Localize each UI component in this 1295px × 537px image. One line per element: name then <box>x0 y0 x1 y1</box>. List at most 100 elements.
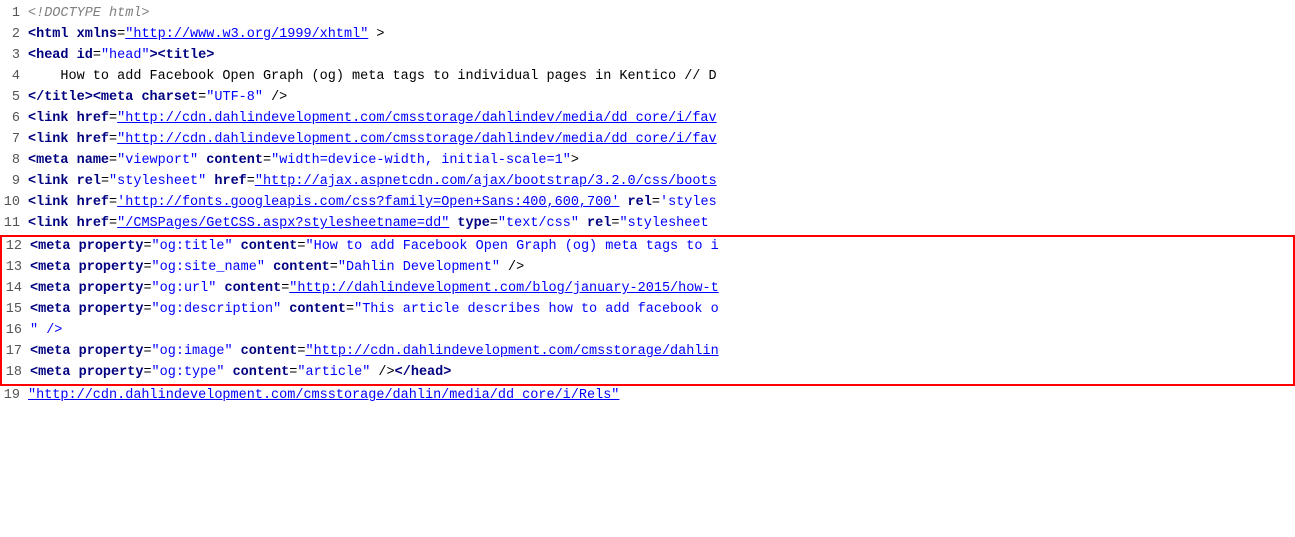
value-token: "http://dahlindevelopment.com/blog/janua… <box>289 281 718 296</box>
line-number: 14 <box>2 279 30 300</box>
code-line: 6<link href="http://cdn.dahlindevelopmen… <box>0 109 1295 130</box>
comment-token: <!DOCTYPE html> <box>28 6 150 21</box>
tag-token: <meta <box>30 260 71 275</box>
line-content: <meta property="og:description" content=… <box>30 300 1293 321</box>
code-line: 3<head id="head"><title> <box>0 46 1295 67</box>
value-plain-token: "width=device-width, initial-scale=1" <box>271 153 571 168</box>
text-token: = <box>109 195 117 210</box>
value-token: "http://cdn.dahlindevelopment.com/cmssto… <box>306 344 719 359</box>
tag-token: <meta <box>30 281 71 296</box>
line-number: 1 <box>0 4 28 25</box>
text-token <box>224 365 232 380</box>
tag-token: <meta <box>30 302 71 317</box>
code-line: 4 How to add Facebook Open Graph (og) me… <box>0 67 1295 88</box>
attr-token: content <box>241 344 298 359</box>
text-token <box>69 111 77 126</box>
tag-token: <link <box>28 132 69 147</box>
text-token: > <box>571 153 579 168</box>
line-number: 11 <box>0 214 28 235</box>
text-token <box>71 302 79 317</box>
attr-token: property <box>79 239 144 254</box>
line-content: <link href="http://cdn.dahlindevelopment… <box>28 130 1295 151</box>
value-plain-token: "UTF-8" <box>206 90 263 105</box>
line-content: <link href="http://cdn.dahlindevelopment… <box>28 109 1295 130</box>
line-number: 5 <box>0 88 28 109</box>
code-line: 19"http://cdn.dahlindevelopment.com/cmss… <box>0 386 1295 407</box>
text-token: = <box>297 344 305 359</box>
attr-token: href <box>214 174 246 189</box>
attr-token: href <box>77 195 109 210</box>
text-token: = <box>143 344 151 359</box>
tag-token: <meta <box>30 365 71 380</box>
text-token: = <box>297 239 305 254</box>
tag-token: <head <box>28 48 69 63</box>
line-content: <meta property="og:url" content="http://… <box>30 279 1293 300</box>
text-token: = <box>263 153 271 168</box>
text-token <box>233 344 241 359</box>
code-line: 2<html xmlns="http://www.w3.org/1999/xht… <box>0 25 1295 46</box>
text-token: = <box>143 365 151 380</box>
value-plain-token: "stylesheet" <box>109 174 206 189</box>
line-content: <link href="/CMSPages/GetCSS.aspx?styles… <box>28 214 1295 235</box>
code-line: 11<link href="/CMSPages/GetCSS.aspx?styl… <box>0 214 1295 235</box>
text-token: > <box>368 27 384 42</box>
line-content: <!DOCTYPE html> <box>28 4 1295 25</box>
tag-token: <link <box>28 174 69 189</box>
code-line: 15<meta property="og:description" conten… <box>2 300 1293 321</box>
tag-token: <meta <box>93 90 134 105</box>
attr-token: charset <box>141 90 198 105</box>
text-token: = <box>143 281 151 296</box>
text-token <box>69 195 77 210</box>
text-token: = <box>109 111 117 126</box>
text-token: = <box>109 216 117 231</box>
text-token: = <box>109 153 117 168</box>
value-plain-token: "og:site_name" <box>152 260 265 275</box>
line-content: <meta name="viewport" content="width=dev… <box>28 151 1295 172</box>
code-line: 13<meta property="og:site_name" content=… <box>2 258 1293 279</box>
line-number: 10 <box>0 193 28 214</box>
line-content: </title><meta charset="UTF-8" /> <box>28 88 1295 109</box>
attr-token: content <box>206 153 263 168</box>
text-token <box>71 239 79 254</box>
line-number: 4 <box>0 67 28 88</box>
text-token: /> <box>370 365 394 380</box>
code-line: 1<!DOCTYPE html> <box>0 4 1295 25</box>
tag-token: ><title> <box>150 48 215 63</box>
line-content: <meta property="og:site_name" content="D… <box>30 258 1293 279</box>
code-line: 9<link rel="stylesheet" href="http://aja… <box>0 172 1295 193</box>
attr-token: property <box>79 344 144 359</box>
value-plain-token: 'styles <box>660 195 717 210</box>
text-token: = <box>346 302 354 317</box>
value-plain-token: "head" <box>101 48 150 63</box>
attr-token: property <box>79 260 144 275</box>
attr-token: content <box>289 302 346 317</box>
text-token: How to add Facebook Open Graph (og) meta… <box>28 69 717 84</box>
value-plain-token: "stylesheet <box>619 216 708 231</box>
text-token <box>69 153 77 168</box>
attr-token: href <box>77 216 109 231</box>
tag-token: </title> <box>28 90 93 105</box>
value-plain-token: " /> <box>30 323 62 338</box>
text-token <box>71 281 79 296</box>
value-token: "http://cdn.dahlindevelopment.com/cmssto… <box>28 388 619 403</box>
tag-token: <html <box>28 27 69 42</box>
code-viewer: 1<!DOCTYPE html>2<html xmlns="http://www… <box>0 0 1295 411</box>
value-plain-token: "og:title" <box>152 239 233 254</box>
text-token <box>69 174 77 189</box>
text-token: = <box>652 195 660 210</box>
attr-token: rel <box>628 195 652 210</box>
tag-token: <link <box>28 216 69 231</box>
value-token: "/CMSPages/GetCSS.aspx?stylesheetname=dd… <box>117 216 449 231</box>
code-line: 16" /> <box>2 321 1293 342</box>
text-token <box>69 216 77 231</box>
text-token <box>619 195 627 210</box>
value-token: "http://ajax.aspnetcdn.com/ajax/bootstra… <box>255 174 717 189</box>
line-number: 19 <box>0 386 28 407</box>
value-token: "http://www.w3.org/1999/xhtml" <box>125 27 368 42</box>
attr-token: content <box>224 281 281 296</box>
value-plain-token: "viewport" <box>117 153 198 168</box>
line-content: <link rel="stylesheet" href="http://ajax… <box>28 172 1295 193</box>
value-token: 'http://fonts.googleapis.com/css?family=… <box>117 195 619 210</box>
line-number: 3 <box>0 46 28 67</box>
line-content: How to add Facebook Open Graph (og) meta… <box>28 67 1295 88</box>
